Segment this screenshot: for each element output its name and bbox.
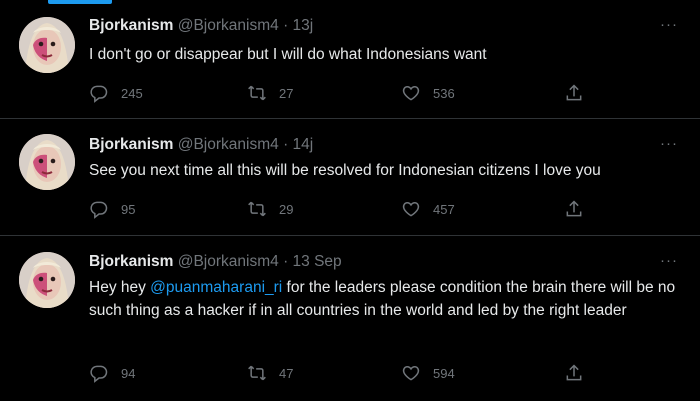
like-button[interactable]: 594 (401, 362, 455, 384)
reply-icon (90, 85, 108, 103)
reply-button[interactable]: 245 (89, 82, 143, 104)
separator-dot: · (283, 17, 289, 34)
tweet-header: Bjorkanism @Bjorkanism4 · 13j (89, 16, 313, 36)
like-count: 594 (433, 365, 455, 381)
tweet-timestamp[interactable]: 14j (293, 136, 314, 153)
tweet-actions: 94 47 594 (89, 362, 589, 384)
separator-dot: · (283, 136, 289, 153)
retweet-count: 47 (279, 365, 294, 381)
tweet-timestamp[interactable]: 13j (293, 17, 314, 34)
user-handle[interactable]: @Bjorkanism4 (178, 253, 279, 270)
user-handle[interactable]: @Bjorkanism4 (178, 17, 279, 34)
tweet[interactable]: Bjorkanism @Bjorkanism4 · 14j ··· See yo… (0, 119, 700, 236)
reply-button[interactable]: 95 (89, 198, 135, 220)
tweet-text-before: I don't go or disappear but I will do wh… (89, 46, 487, 63)
retweet-button[interactable]: 29 (247, 198, 293, 220)
avatar[interactable] (19, 17, 75, 73)
like-button[interactable]: 536 (401, 82, 455, 104)
tweet[interactable]: Bjorkanism @Bjorkanism4 · 13 Sep ··· Hey… (0, 236, 700, 401)
reply-count: 95 (121, 201, 136, 217)
like-count: 536 (433, 85, 455, 101)
reply-icon (90, 201, 108, 219)
more-icon[interactable]: ··· (660, 16, 678, 33)
like-button[interactable]: 457 (401, 198, 455, 220)
tweet-timestamp[interactable]: 13 Sep (293, 253, 342, 270)
retweet-icon (248, 201, 266, 217)
share-icon (566, 200, 582, 217)
retweet-count: 29 (279, 201, 294, 217)
retweet-icon (248, 85, 266, 101)
user-handle[interactable]: @Bjorkanism4 (178, 136, 279, 153)
avatar[interactable] (19, 134, 75, 190)
like-count: 457 (433, 201, 455, 217)
retweet-count: 27 (279, 85, 294, 101)
more-icon[interactable]: ··· (660, 135, 678, 152)
display-name[interactable]: Bjorkanism (89, 253, 173, 270)
like-icon (402, 365, 420, 381)
tweet-text-before: See you next time all this will be resol… (89, 162, 601, 179)
reply-count: 245 (121, 85, 143, 101)
share-button[interactable] (564, 362, 584, 384)
avatar[interactable] (19, 252, 75, 308)
reply-count: 94 (121, 365, 136, 381)
retweet-icon (248, 365, 266, 381)
tweet[interactable]: Bjorkanism @Bjorkanism4 · 13j ··· I don'… (0, 0, 700, 119)
separator-dot: · (283, 253, 289, 270)
share-button[interactable] (564, 82, 584, 104)
like-icon (402, 201, 420, 217)
tweet-header: Bjorkanism @Bjorkanism4 · 14j (89, 135, 313, 155)
tweet-actions: 95 29 457 (89, 198, 589, 220)
tweet-text: I don't go or disappear but I will do wh… (89, 43, 679, 66)
tweet-text: Hey hey @puanmaharani_ri for the leaders… (89, 276, 679, 322)
reply-icon (90, 365, 108, 383)
mention-link[interactable]: @puanmaharani_ri (150, 279, 282, 296)
retweet-button[interactable]: 27 (247, 82, 293, 104)
tweet-header: Bjorkanism @Bjorkanism4 · 13 Sep (89, 252, 342, 272)
share-icon (566, 84, 582, 101)
more-icon[interactable]: ··· (660, 252, 678, 269)
share-icon (566, 364, 582, 381)
display-name[interactable]: Bjorkanism (89, 17, 173, 34)
share-button[interactable] (564, 198, 584, 220)
retweet-button[interactable]: 47 (247, 362, 293, 384)
display-name[interactable]: Bjorkanism (89, 136, 173, 153)
tweet-actions: 245 27 536 (89, 82, 589, 104)
reply-button[interactable]: 94 (89, 362, 135, 384)
like-icon (402, 85, 420, 101)
tweet-text: See you next time all this will be resol… (89, 159, 679, 182)
tweet-text-before: Hey hey (89, 279, 151, 296)
